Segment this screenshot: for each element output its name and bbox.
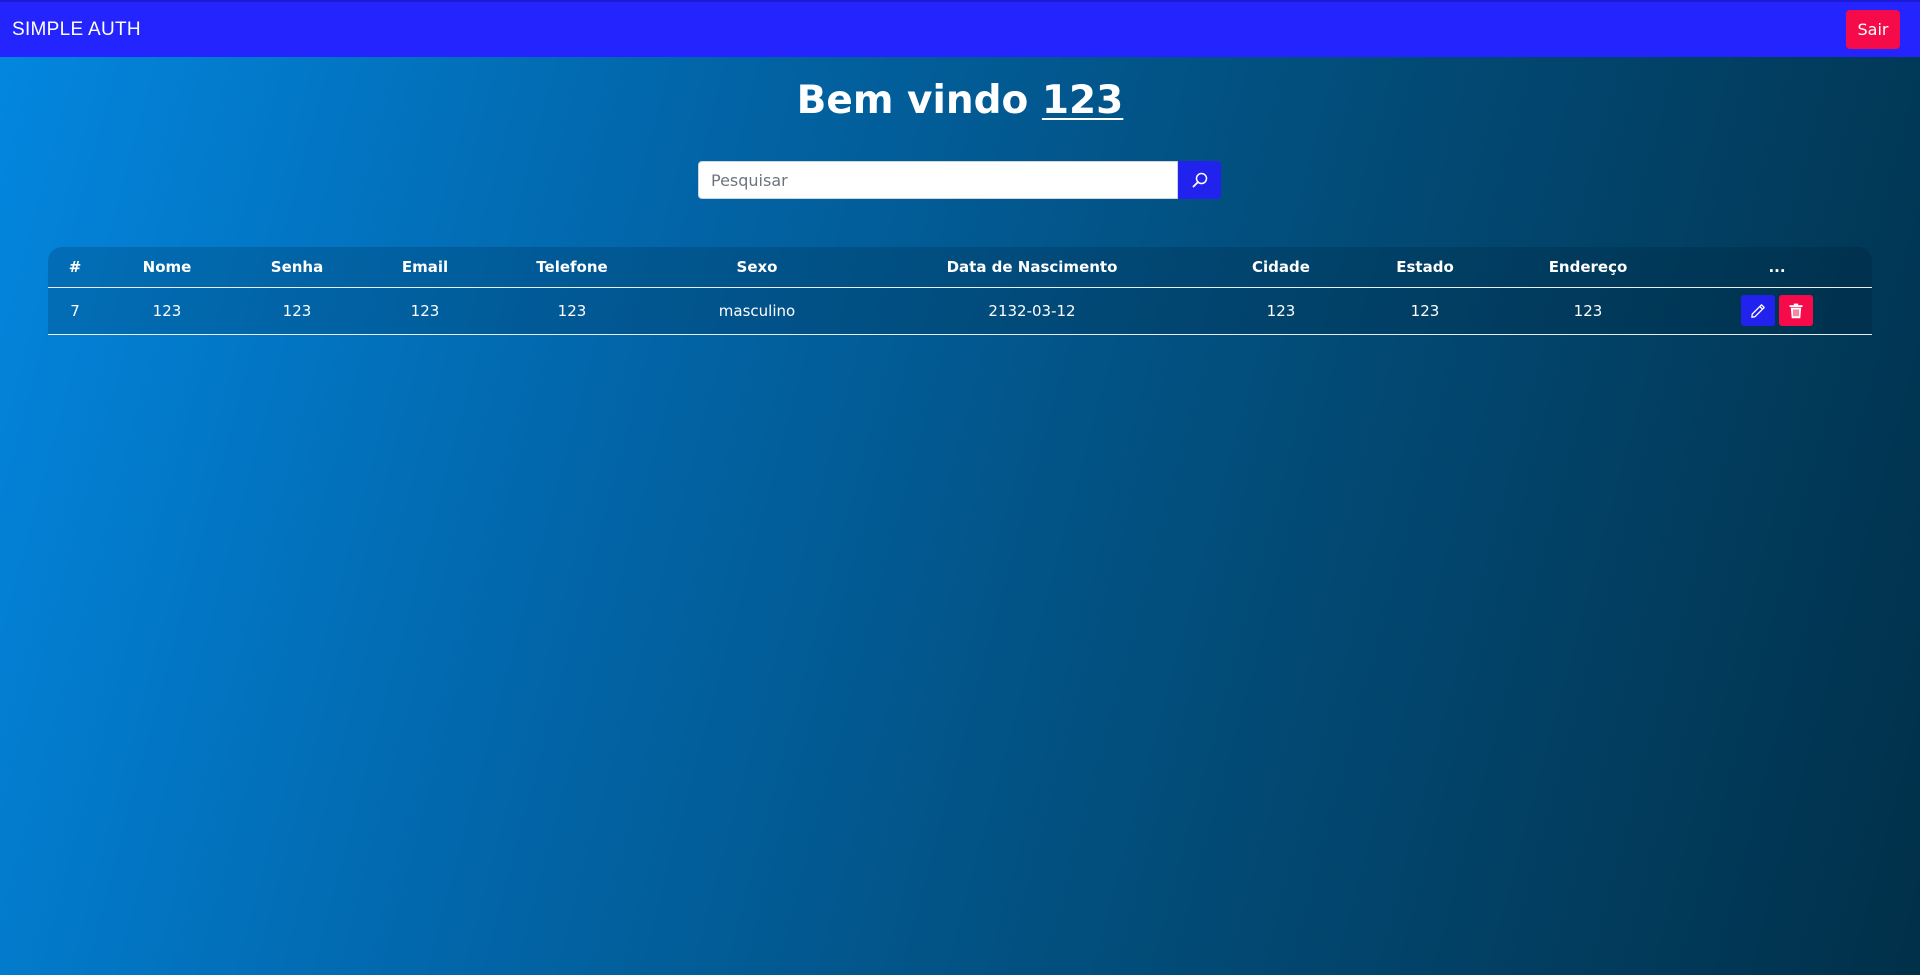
top-navbar: SIMPLE AUTH Sair [0, 0, 1920, 57]
pencil-icon [1751, 303, 1765, 318]
cell-nascimento: 2132-03-12 [858, 287, 1206, 335]
cell-sexo: masculino [656, 287, 858, 335]
cell-id: 7 [48, 287, 102, 335]
cell-telefone: 123 [488, 287, 656, 335]
table-row: 7 123 123 123 123 masculino 2132-03-12 1… [48, 287, 1872, 335]
users-table-container: # Nome Senha Email Telefone Sexo Data de… [48, 247, 1872, 335]
cell-actions [1682, 287, 1872, 335]
column-header-actions: ... [1682, 247, 1872, 288]
brand-logo-text[interactable]: SIMPLE AUTH [12, 19, 141, 41]
trash-icon [1789, 303, 1803, 318]
delete-button[interactable] [1779, 295, 1813, 326]
users-table: # Nome Senha Email Telefone Sexo Data de… [48, 247, 1872, 335]
cell-nome: 123 [102, 287, 232, 335]
search-icon [1192, 172, 1207, 188]
column-header-email: Email [362, 247, 488, 288]
column-header-nascimento: Data de Nascimento [858, 247, 1206, 288]
search-button[interactable] [1178, 161, 1221, 199]
column-header-id: # [48, 247, 102, 288]
column-header-senha: Senha [232, 247, 362, 288]
table-header: # Nome Senha Email Telefone Sexo Data de… [48, 247, 1872, 288]
column-header-estado: Estado [1356, 247, 1494, 288]
search-input[interactable] [698, 161, 1178, 199]
table-body: 7 123 123 123 123 masculino 2132-03-12 1… [48, 287, 1872, 335]
username-link[interactable]: 123 [1042, 78, 1123, 123]
column-header-sexo: Sexo [656, 247, 858, 288]
cell-endereco: 123 [1494, 287, 1682, 335]
cell-email: 123 [362, 287, 488, 335]
column-header-nome: Nome [102, 247, 232, 288]
search-bar [698, 161, 1221, 199]
column-header-cidade: Cidade [1206, 247, 1356, 288]
column-header-telefone: Telefone [488, 247, 656, 288]
cell-senha: 123 [232, 287, 362, 335]
cell-cidade: 123 [1206, 287, 1356, 335]
page-title: Bem vindo 123 [0, 78, 1920, 123]
logout-button[interactable]: Sair [1846, 10, 1900, 49]
welcome-text: Bem vindo [796, 78, 1029, 123]
cell-estado: 123 [1356, 287, 1494, 335]
column-header-endereco: Endereço [1494, 247, 1682, 288]
table-header-row: # Nome Senha Email Telefone Sexo Data de… [48, 247, 1872, 288]
edit-button[interactable] [1741, 295, 1775, 326]
row-actions [1741, 295, 1813, 326]
